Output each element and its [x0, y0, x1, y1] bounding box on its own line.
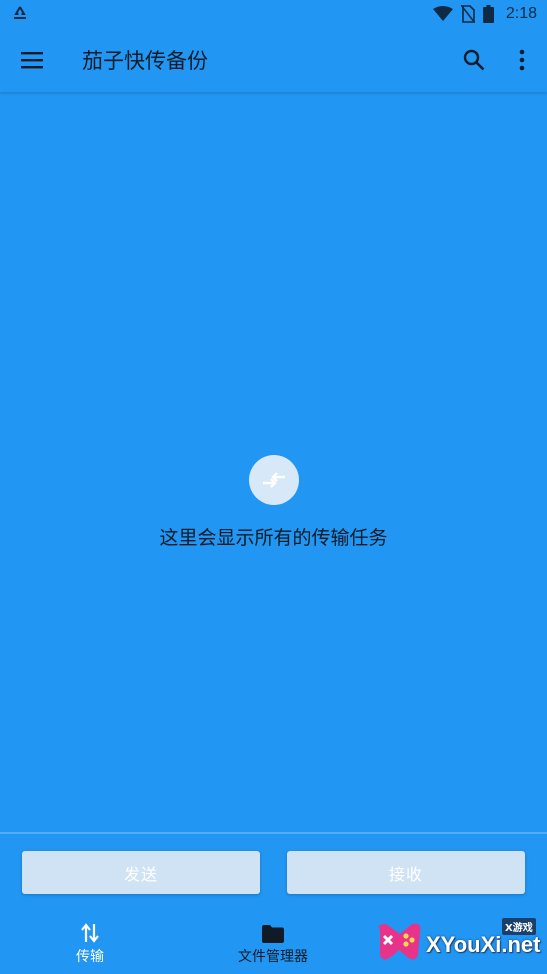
nav-item-transfer[interactable]: 传输: [60, 920, 120, 966]
app-bar: 茄子快传备份: [0, 28, 547, 92]
no-sim-icon: [460, 5, 475, 23]
swap-arrows-icon: [262, 472, 285, 488]
battery-icon: [482, 5, 494, 23]
recycle-icon: [14, 6, 26, 19]
search-icon[interactable]: [462, 48, 486, 72]
gamepad-logo-icon: [378, 923, 421, 960]
status-time: 2:18: [505, 5, 537, 22]
receive-button[interactable]: 接收: [287, 851, 525, 894]
watermark: XYouXi.net X游戏: [370, 912, 541, 970]
nav-label-transfer: 传输: [76, 949, 104, 965]
status-bar: 2:18: [0, 0, 547, 28]
nav-label-file-manager: 文件管理器: [238, 949, 308, 965]
transfer-circle: [248, 455, 299, 505]
menu-icon[interactable]: [20, 48, 44, 72]
folder-icon: [262, 925, 284, 943]
divider: [0, 832, 547, 834]
watermark-tag: X游戏: [502, 918, 536, 935]
empty-state: 这里会显示所有的传输任务: [0, 455, 547, 550]
app-title: 茄子快传备份: [82, 49, 208, 73]
watermark-text: XYouXi.net: [426, 932, 541, 957]
empty-state-message: 这里会显示所有的传输任务: [159, 527, 388, 549]
more-vert-icon[interactable]: [512, 48, 532, 72]
swap-vert-icon: [81, 923, 99, 943]
nav-item-file-manager[interactable]: 文件管理器: [226, 920, 320, 966]
wifi-icon: [432, 6, 453, 21]
send-button[interactable]: 发送: [22, 851, 260, 894]
